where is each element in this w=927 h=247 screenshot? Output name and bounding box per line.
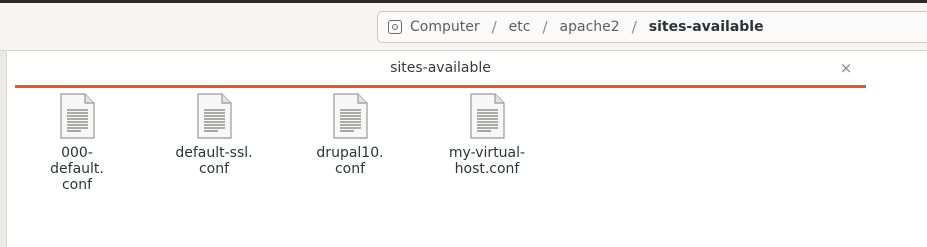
text-file-icon <box>470 93 505 139</box>
file-name-line: drupal10. <box>316 145 384 161</box>
file-name: 000- default. conf <box>32 145 122 193</box>
file-item[interactable]: default-ssl. conf <box>169 93 259 177</box>
file-name: my-virtual- host.conf <box>442 145 532 177</box>
breadcrumb-separator: / <box>631 18 637 36</box>
text-file-icon <box>60 93 95 139</box>
file-item[interactable]: drupal10. conf <box>305 93 395 177</box>
breadcrumb-apache2[interactable]: apache2 <box>552 19 628 35</box>
file-name-line: default-ssl. <box>175 145 253 161</box>
breadcrumb-separator: / <box>542 18 548 36</box>
sidebar-gutter <box>0 51 7 247</box>
file-manager-window: Computer / etc / apache2 / sites-availab… <box>0 0 927 247</box>
file-name: drupal10. conf <box>305 145 395 177</box>
file-name-line: conf <box>334 161 366 177</box>
file-name-line: conf <box>198 161 230 177</box>
disk-icon[interactable] <box>388 20 402 34</box>
tab-label: sites-available <box>390 60 491 76</box>
breadcrumb-sites-available[interactable]: sites-available <box>641 19 772 35</box>
file-item[interactable]: my-virtual- host.conf <box>442 93 532 177</box>
file-name-line: my-virtual- <box>448 145 526 161</box>
file-name-line: 000- <box>61 145 93 161</box>
breadcrumb-etc[interactable]: etc <box>501 19 539 35</box>
close-icon[interactable]: × <box>836 58 856 78</box>
file-name-line: default. <box>50 161 104 177</box>
file-item[interactable]: 000- default. conf <box>32 93 122 193</box>
breadcrumb-separator: / <box>491 18 497 36</box>
tab-sites-available[interactable]: sites-available × <box>15 53 866 88</box>
file-name: default-ssl. conf <box>169 145 259 177</box>
path-bar[interactable]: Computer / etc / apache2 / sites-availab… <box>377 11 927 43</box>
header-bar: Computer / etc / apache2 / sites-availab… <box>0 3 927 51</box>
breadcrumb-computer[interactable]: Computer <box>402 19 488 35</box>
text-file-icon <box>333 93 368 139</box>
file-name-line: conf <box>61 177 93 193</box>
text-file-icon <box>197 93 232 139</box>
file-name-line: host.conf <box>454 161 520 177</box>
